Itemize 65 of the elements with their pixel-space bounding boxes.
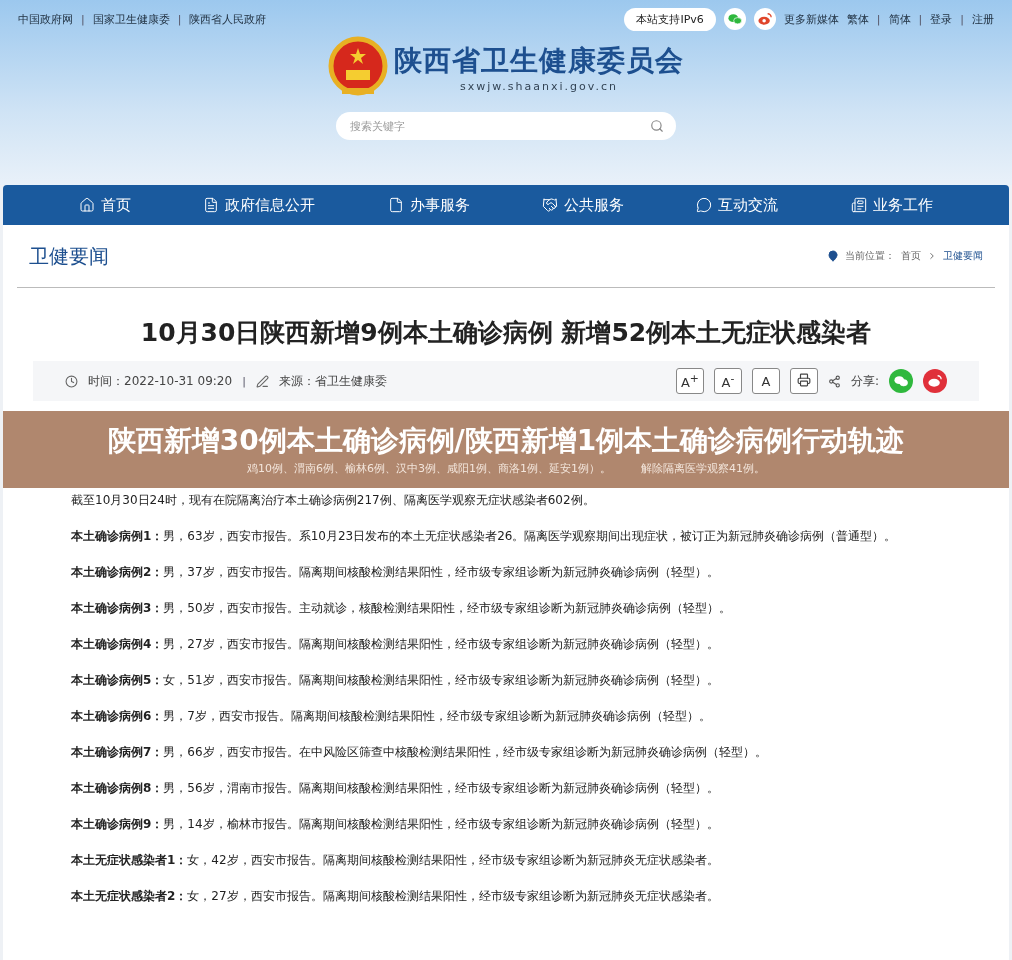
faded-text: 解除隔离医学观察41例。 <box>641 461 765 477</box>
case-paragraph: 本土确诊病例4：男，27岁，西安市报告。隔离期间核酸检测结果阳性，经市级专家组诊断为新冠肺炎确诊病例（轻型）。 <box>71 636 720 654</box>
weibo-share-button[interactable] <box>923 369 947 393</box>
top-link[interactable]: 繁体 <box>846 11 869 27</box>
breadcrumb-link[interactable]: 首页 <box>901 249 921 263</box>
case-paragraph: 本土确诊病例9：男，14岁，榆林市报告。隔离期间核酸检测结果阳性，经市级专家组诊断为新冠肺炎确诊病例（轻型）。 <box>71 816 720 834</box>
case-paragraph: 本土无症状感染者1：女，42岁，西安市报告。隔离期间核酸检测结果阳性，经市级专家组诊断为新冠肺炎无症状感染者。 <box>71 852 720 870</box>
case-paragraph: 本土确诊病例8：男，56岁，渭南市报告。隔离期间核酸检测结果阳性，经市级专家组诊断为新冠肺炎确诊病例（轻型）。 <box>71 780 720 798</box>
printer-icon <box>796 372 811 387</box>
nav-item[interactable]: 业务工作 <box>850 195 933 215</box>
search-icon[interactable] <box>650 119 664 133</box>
separator: | <box>177 12 182 26</box>
summary-paragraph: 截至10月30日24时，现有在院隔离治疗本土确诊病例217例、隔离医学观察无症状感染者602例。 <box>71 492 596 510</box>
nav-item[interactable]: 政府信息公开 <box>203 195 316 215</box>
separator: | <box>81 12 85 26</box>
top-link[interactable]: 更多新媒体 <box>783 11 839 27</box>
pen-icon <box>255 374 269 388</box>
nav-item[interactable]: 办事服务 <box>387 195 470 215</box>
site-name: 陕西省卫生健康委员会 <box>394 42 684 79</box>
print-button[interactable] <box>789 368 818 394</box>
article-title: 10月30日陕西新增9例本土确诊病例 新增52例本土无症状感染者 <box>139 317 873 349</box>
top-link[interactable]: 注册 <box>972 11 994 27</box>
breadcrumb-label: 当前位置： <box>845 249 895 263</box>
nav-item[interactable]: 首页 <box>79 195 132 215</box>
case-paragraph: 本土确诊病例7：男，66岁，西安市报告。在中风险区筛查中核酸检测结果阳性，经市级专家组诊断为新冠肺炎确诊病例（轻型）。 <box>71 744 768 762</box>
top-link[interactable]: 中国政府网 <box>18 11 73 27</box>
article-source: 来源：省卫生健康委 <box>278 372 387 390</box>
location-icon <box>827 250 839 262</box>
top-link[interactable]: 国家卫生健康委 <box>92 11 170 27</box>
clock-icon <box>65 374 78 388</box>
separator: | <box>960 12 964 26</box>
emblem-icon <box>328 36 388 98</box>
share-icon <box>827 374 841 388</box>
home-icon <box>79 197 96 213</box>
case-paragraph: 本土确诊病例5：女，51岁，西安市报告。隔离期间核酸检测结果阳性，经市级专家组诊断为新冠肺炎确诊病例（轻型）。 <box>71 672 720 690</box>
top-link[interactable]: 登录 <box>930 11 953 27</box>
font-size-button[interactable]: A$^{+}$ <box>675 368 704 394</box>
chat-icon <box>696 197 713 213</box>
wechat-share-button[interactable] <box>889 369 913 393</box>
separator: | <box>876 12 881 26</box>
top-link[interactable]: 简体 <box>888 11 911 27</box>
nav-item[interactable]: 互动交流 <box>696 195 779 215</box>
site-domain: sxwjw.shaanxi.gov.cn <box>460 79 618 93</box>
top-link[interactable]: 陕西省人民政府 <box>189 11 267 27</box>
wechat-icon[interactable] <box>894 374 908 388</box>
font-size-button[interactable]: A$^{-}$ <box>713 368 742 394</box>
case-paragraph: 本土确诊病例1：男，63岁，西安市报告。系10月23日发布的本土无症状感染者26。隔离医学观察期间出现症状，被订正为新冠肺炎确诊病例（普通型）。 <box>71 528 898 546</box>
weibo-icon[interactable] <box>928 374 942 388</box>
case-paragraph: 本土确诊病例3：男，50岁，西安市报告。主动就诊，核酸检测结果阳性，经市级专家组诊断为新冠肺炎确诊病例（轻型）。 <box>71 600 732 618</box>
nav-item[interactable]: 公共服务 <box>542 195 625 215</box>
share-label: 分享: <box>850 372 879 390</box>
publish-time: 时间：2022-10-31 09:20 <box>88 372 233 390</box>
section-title: 卫健要闻 <box>29 242 109 270</box>
case-paragraph: 本土确诊病例2：男，37岁，西安市报告。隔离期间核酸检测结果阳性，经市级专家组诊断为新冠肺炎确诊病例（轻型）。 <box>71 564 720 582</box>
separator: | <box>918 12 923 26</box>
search-field[interactable]: 搜索关键字 <box>336 112 676 140</box>
faded-text: 鸡10例、渭南6例、榆林6例、汉中3例、咸阳1例、商洛1例、延安1例）。 <box>247 461 611 477</box>
ipv6-badge: 本站支持IPv6 <box>624 7 716 31</box>
separator: | <box>242 374 246 388</box>
breadcrumb-link[interactable]: 卫健要闻 <box>943 249 983 263</box>
case-paragraph: 本土无症状感染者2：女，27岁，西安市报告。隔离期间核酸检测结果阳性，经市级专家组诊断为新冠肺炎无症状感染者。 <box>71 888 720 906</box>
banner-title: 陕西新增30例本土确诊病例/陕西新增1例本土确诊病例行动轨迹 <box>107 423 905 459</box>
case-paragraph: 本土确诊病例6：男，7岁，西安市报告。隔离期间核酸检测结果阳性，经市级专家组诊断为新冠肺炎确诊病例（轻型）。 <box>71 708 712 726</box>
chevron-icon <box>927 251 937 261</box>
font-size-button[interactable]: A <box>751 368 780 394</box>
